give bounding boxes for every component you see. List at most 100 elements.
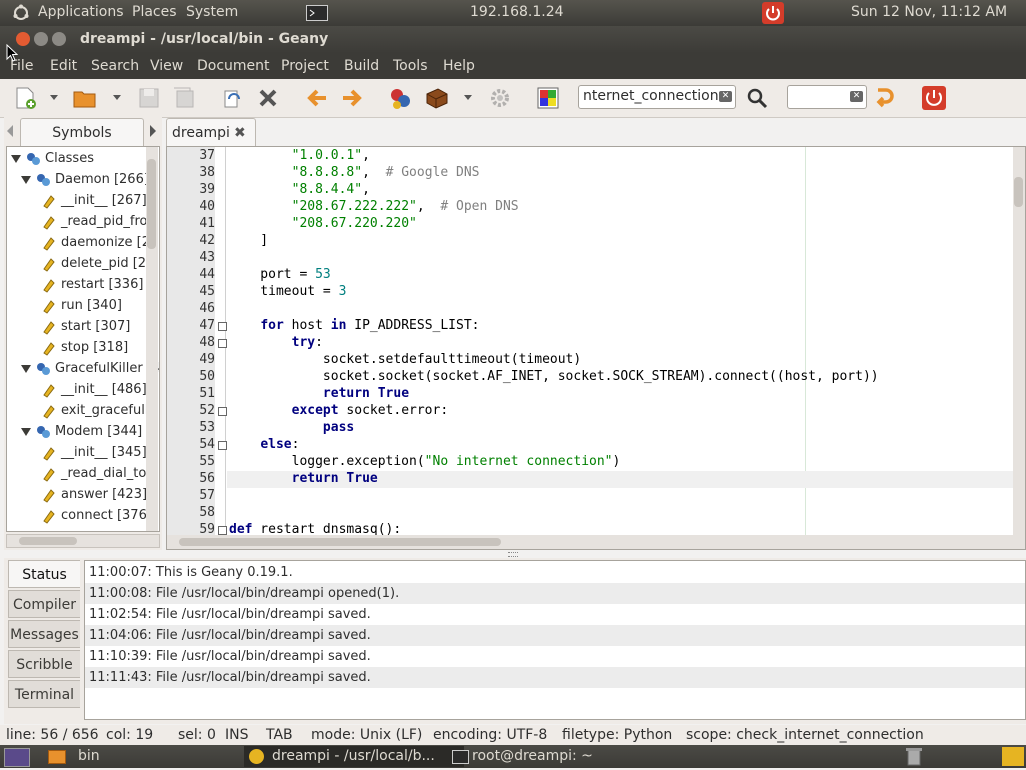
execute-icon[interactable] (487, 85, 513, 111)
tab-compiler[interactable]: Compiler (8, 590, 80, 618)
menu-project[interactable]: Project (281, 58, 329, 74)
menu-build[interactable]: Build (344, 58, 379, 74)
clear-search-icon[interactable]: ✕ (719, 91, 732, 102)
build-icon[interactable] (424, 85, 450, 111)
code-line[interactable]: socket.setdefaulttimeout(timeout) (229, 352, 581, 367)
tree-horizontal-scrollbar[interactable] (6, 534, 160, 548)
editor-vertical-scrollbar[interactable] (1013, 147, 1025, 535)
symbol-function-item[interactable]: __init__ [486] (41, 379, 147, 400)
quit-icon[interactable] (921, 85, 947, 111)
minimize-window-button[interactable] (34, 32, 48, 46)
status-message-row[interactable]: 11:00:08: File /usr/local/bin/dreampi op… (85, 583, 1025, 604)
clock[interactable]: Sun 12 Nov, 11:12 AM (851, 4, 1007, 20)
tree-hscroll-thumb[interactable] (19, 537, 77, 545)
symbol-category-item[interactable]: Classes (11, 148, 94, 169)
tab-symbols[interactable]: Symbols (20, 118, 144, 146)
code-line[interactable]: logger.exception("No internet connection… (229, 454, 621, 469)
code-line[interactable]: "208.67.220.220" (229, 216, 417, 231)
clear-goto-icon[interactable]: ✕ (850, 91, 863, 102)
close-window-button[interactable] (16, 32, 30, 46)
code-line[interactable]: "8.8.8.8", # Google DNS (229, 165, 480, 180)
tab-messages[interactable]: Messages (8, 620, 80, 648)
new-file-icon[interactable] (12, 85, 38, 111)
symbol-function-item[interactable]: stop [318] (41, 337, 128, 358)
symbol-tree[interactable]: Classes Daemon [266] __init__ [267] _read_p… (6, 146, 160, 532)
menu-edit[interactable]: Edit (50, 58, 77, 74)
symbol-class-item[interactable]: Modem [344] (21, 421, 142, 442)
tab-scribble[interactable]: Scribble (8, 650, 80, 678)
code-line[interactable]: ] (229, 233, 268, 248)
tree-scroll-thumb[interactable] (147, 159, 156, 249)
maximize-window-button[interactable] (52, 32, 66, 46)
sidebar-tab-left-arrow-icon[interactable] (6, 124, 14, 142)
fold-marker-icon[interactable] (218, 322, 227, 331)
window-title-bar[interactable]: dreampi - /usr/local/bin - Geany (0, 26, 1026, 53)
save-icon[interactable] (136, 85, 162, 111)
code-editor[interactable]: 37 38 39 40 41 42 43 44 45 46 47 48 49 50 51 52 53 54 55 56… (166, 146, 1026, 550)
status-message-row[interactable]: 11:10:39: File /usr/local/bin/dreampi sa… (85, 646, 1025, 667)
shutdown-icon[interactable] (762, 2, 784, 28)
symbol-function-item[interactable]: __init__ [267] (41, 190, 147, 211)
places-menu[interactable]: Places (132, 4, 177, 20)
navigate-back-icon[interactable] (304, 85, 330, 111)
tab-terminal[interactable]: Terminal (8, 680, 80, 708)
editor-vscroll-thumb[interactable] (1014, 177, 1023, 207)
pane-splitter-handle[interactable] (0, 552, 1026, 558)
close-tab-icon[interactable]: ✖ (234, 119, 246, 147)
symbol-function-item[interactable]: start [307] (41, 316, 130, 337)
show-desktop-icon[interactable] (4, 748, 30, 767)
symbol-class-item[interactable]: GracefulKiller [4 (21, 358, 159, 379)
open-file-icon[interactable] (72, 85, 98, 111)
tab-dreampi[interactable]: dreampi ✖ (166, 118, 256, 146)
symbol-class-item[interactable]: Daemon [266] (21, 169, 149, 190)
symbol-function-item[interactable]: exit_gracefull (41, 400, 148, 421)
symbol-function-item[interactable]: run [340] (41, 295, 122, 316)
search-icon[interactable] (744, 85, 770, 111)
navigate-forward-icon[interactable] (339, 85, 365, 111)
menu-view[interactable]: View (150, 58, 183, 74)
symbol-function-item[interactable]: restart [336] (41, 274, 143, 295)
status-message-row[interactable]: 11:11:43: File /usr/local/bin/dreampi sa… (85, 667, 1025, 688)
system-menu[interactable]: System (186, 4, 238, 20)
terminal-launcher-icon[interactable] (306, 5, 328, 25)
save-all-icon[interactable] (171, 85, 197, 111)
menu-search[interactable]: Search (91, 58, 139, 74)
expander-arrow-icon[interactable] (11, 154, 21, 163)
symbol-function-item[interactable]: _read_dial_to (41, 463, 146, 484)
code-line[interactable]: pass (229, 420, 354, 435)
goto-line-input[interactable]: ✕ (787, 85, 867, 109)
fold-marker-icon[interactable] (218, 407, 227, 416)
open-recent-dropdown-icon[interactable] (113, 95, 121, 100)
symbol-function-item[interactable]: delete_pid [2 (41, 253, 146, 274)
taskbar-item-geany[interactable]: dreampi - /usr/local/b... (244, 746, 464, 767)
expander-arrow-icon[interactable] (21, 175, 31, 184)
ubuntu-logo-icon[interactable] (12, 4, 30, 26)
build-dropdown-icon[interactable] (464, 95, 472, 100)
fold-marker-icon[interactable] (218, 441, 227, 450)
menu-document[interactable]: Document (197, 58, 270, 74)
applications-menu[interactable]: Applications (38, 4, 124, 20)
symbol-function-item[interactable]: connect [376 (41, 505, 147, 526)
code-line[interactable]: timeout = 3 (229, 284, 346, 299)
search-input[interactable]: nternet_connection ✕ (578, 85, 736, 109)
taskbar-item-terminal[interactable]: root@dreampi: ~ (448, 746, 593, 767)
taskbar-item-bin[interactable]: bin (44, 746, 100, 767)
menu-tools[interactable]: Tools (393, 58, 428, 74)
color-chooser-icon[interactable] (535, 85, 561, 111)
status-message-row[interactable]: 11:02:54: File /usr/local/bin/dreampi sa… (85, 604, 1025, 625)
new-file-dropdown-icon[interactable] (50, 95, 58, 100)
workspace-switcher[interactable] (1002, 747, 1024, 766)
sidebar-tab-right-arrow-icon[interactable] (149, 124, 157, 142)
code-line[interactable]: return True (229, 471, 378, 486)
code-line[interactable]: except socket.error: (229, 403, 449, 418)
status-message-row[interactable]: 11:00:07: This is Geany 0.19.1. (85, 562, 1025, 583)
expander-arrow-icon[interactable] (21, 364, 31, 373)
symbol-function-item[interactable]: __init__ [345] (41, 442, 147, 463)
close-file-icon[interactable] (255, 85, 281, 111)
tab-status[interactable]: Status (8, 560, 80, 588)
goto-line-icon[interactable] (872, 85, 898, 111)
symbol-function-item[interactable]: answer [423] (41, 484, 147, 505)
code-line[interactable]: else: (229, 437, 299, 452)
code-line[interactable]: return True (229, 386, 409, 401)
status-message-list[interactable]: 11:00:07: This is Geany 0.19.1. 11:00:08:… (84, 560, 1026, 720)
